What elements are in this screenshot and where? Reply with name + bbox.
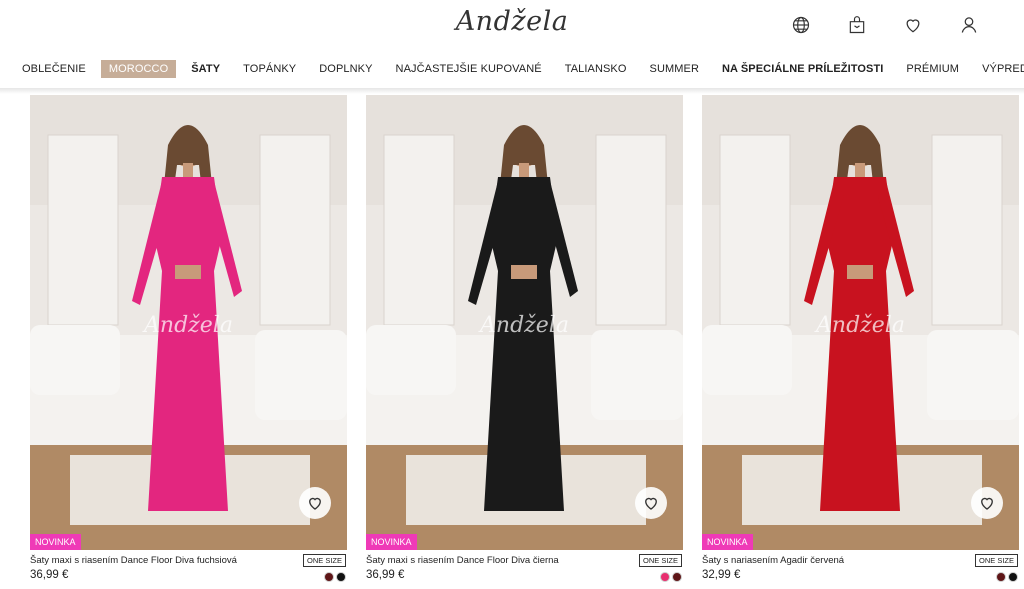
- add-to-wishlist-button[interactable]: [971, 487, 1003, 519]
- color-swatch[interactable]: [1008, 572, 1018, 582]
- heart-icon: [309, 497, 321, 510]
- product-image[interactable]: Andžela NOVINKA: [366, 95, 683, 550]
- nav-item-3[interactable]: ŠATY: [183, 60, 228, 78]
- nav-item-11[interactable]: VÝPREDAJ: [974, 60, 1024, 78]
- color-swatches: [324, 572, 346, 582]
- site-header: Andžela OBLEČENIE MOROCCO ŠATY TOPÁNKY DOPLN…: [0, 0, 1024, 90]
- product-price: 36,99 €: [366, 569, 405, 581]
- product-name[interactable]: Šaty s nariasením Agadir červená: [702, 555, 844, 566]
- nav-item-8[interactable]: SUMMER: [642, 60, 708, 78]
- product-card[interactable]: Andžela NOVINKA Šaty s nariasením Agadir…: [702, 95, 1019, 589]
- product-grid: Andžela NOVINKA Šaty maxi s riasením Dan…: [30, 95, 1019, 589]
- color-swatch[interactable]: [336, 572, 346, 582]
- nav-item-6[interactable]: NAJČASTEJŠIE KUPOVANÉ: [388, 60, 550, 78]
- color-swatches: [660, 572, 682, 582]
- color-swatch[interactable]: [324, 572, 334, 582]
- globe-icon[interactable]: [786, 12, 816, 38]
- product-name[interactable]: Šaty maxi s riasením Dance Floor Diva či…: [366, 555, 559, 566]
- header-icons: [786, 12, 984, 38]
- nav-item-1[interactable]: OBLEČENIE: [14, 60, 94, 78]
- product-price: 36,99 €: [30, 569, 69, 581]
- header-divider: [0, 88, 1024, 94]
- nav-item-9[interactable]: NA ŠPECIÁLNE PRÍLEŽITOSTI: [714, 60, 891, 78]
- bag-icon[interactable]: [842, 12, 872, 38]
- nav-item-7[interactable]: TALIANSKO: [557, 60, 635, 78]
- color-swatch[interactable]: [660, 572, 670, 582]
- product-info: Šaty s nariasením Agadir červená 32,99 €…: [702, 554, 1019, 589]
- color-swatch[interactable]: [996, 572, 1006, 582]
- size-badge: ONE SIZE: [302, 554, 346, 567]
- nav-item-2[interactable]: MOROCCO: [100, 59, 177, 78]
- color-swatches: [996, 572, 1018, 582]
- product-info: Šaty maxi s riasením Dance Floor Diva či…: [366, 554, 683, 589]
- image-watermark: Andžela: [816, 313, 905, 338]
- product-card[interactable]: Andžela NOVINKA Šaty maxi s riasením Dan…: [30, 95, 347, 589]
- nav-item-10[interactable]: PRÉMIUM: [898, 60, 967, 78]
- product-image[interactable]: Andžela NOVINKA: [702, 95, 1019, 550]
- heart-icon[interactable]: [898, 12, 928, 38]
- add-to-wishlist-button[interactable]: [299, 487, 331, 519]
- image-watermark: Andžela: [144, 313, 233, 338]
- new-badge: NOVINKA: [366, 534, 417, 550]
- heart-icon: [645, 497, 657, 510]
- size-badge: ONE SIZE: [638, 554, 682, 567]
- heart-icon: [981, 497, 993, 510]
- product-price: 32,99 €: [702, 569, 741, 581]
- user-icon[interactable]: [954, 12, 984, 38]
- product-card[interactable]: Andžela NOVINKA Šaty maxi s riasením Dan…: [366, 95, 683, 589]
- new-badge: NOVINKA: [702, 534, 753, 550]
- nav-item-5[interactable]: DOPLNKY: [311, 60, 380, 78]
- add-to-wishlist-button[interactable]: [635, 487, 667, 519]
- main-navigation: OBLEČENIE MOROCCO ŠATY TOPÁNKY DOPLNKY NAJČAS…: [14, 58, 1024, 79]
- new-badge: NOVINKA: [30, 534, 81, 550]
- nav-item-4[interactable]: TOPÁNKY: [235, 60, 304, 78]
- size-badge: ONE SIZE: [974, 554, 1018, 567]
- product-name[interactable]: Šaty maxi s riasením Dance Floor Diva fu…: [30, 555, 237, 566]
- image-watermark: Andžela: [480, 313, 569, 338]
- color-swatch[interactable]: [672, 572, 682, 582]
- product-image[interactable]: Andžela NOVINKA: [30, 95, 347, 550]
- product-info: Šaty maxi s riasením Dance Floor Diva fu…: [30, 554, 347, 589]
